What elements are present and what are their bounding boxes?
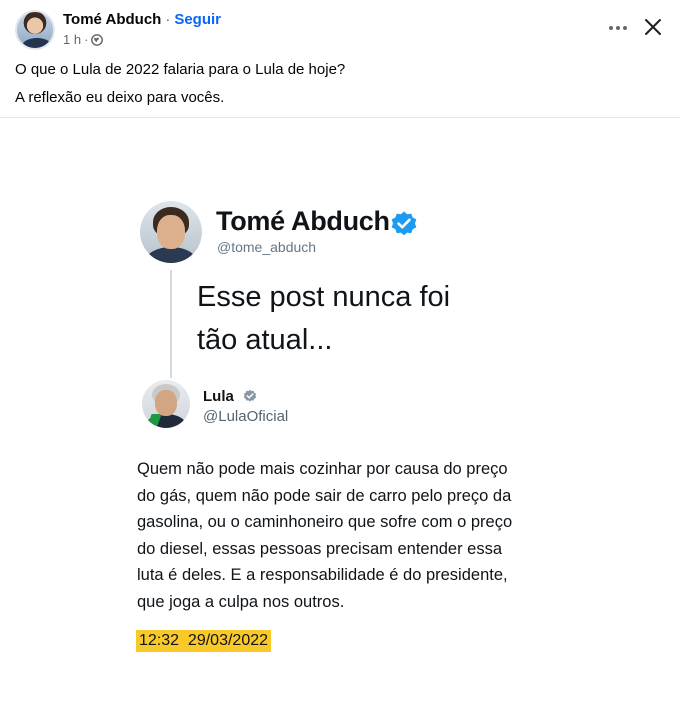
- quoted-author-name: Lula: [203, 388, 234, 405]
- post-time[interactable]: 1 h: [63, 32, 81, 47]
- facebook-post: Tomé Abduch · Seguir 1 h · O que o Lula …: [0, 0, 680, 707]
- author-name[interactable]: Tomé Abduch: [63, 11, 161, 28]
- quoted-line: do gás, quem não pode sair de carro pelo…: [137, 486, 512, 505]
- quoted-author-avatar: [142, 380, 190, 428]
- more-options-icon[interactable]: [606, 18, 630, 38]
- caption-line-1: O que o Lula de 2022 falaria para o Lula…: [15, 61, 346, 78]
- tweet-author-handle: @tome_abduch: [217, 239, 317, 255]
- quoted-line: que joga a culpa nos outros.: [137, 592, 345, 611]
- gray-verified-icon: [243, 389, 257, 402]
- quoted-timestamp: 12:32 29/03/2022: [136, 630, 272, 652]
- thread-line: [170, 270, 172, 378]
- meta-separator: ·: [84, 32, 89, 47]
- globe-icon: [91, 33, 104, 46]
- tweet-text: Esse post nunca foi tão atual...: [197, 276, 557, 362]
- tweet-author-avatar: [140, 201, 202, 263]
- close-icon[interactable]: [642, 16, 664, 38]
- follow-button[interactable]: Seguir: [174, 11, 221, 28]
- quoted-line: luta é deles. E a responsabilidade é do …: [137, 566, 508, 584]
- post-image[interactable]: Tomé Abduch @tome_abduch Esse post nunca…: [0, 118, 680, 707]
- separator-dot: ·: [165, 11, 171, 28]
- author-avatar[interactable]: [15, 10, 55, 50]
- quoted-line: Quem não pode mais cozinhar por causa do…: [137, 460, 508, 478]
- tweet-author-name: Tomé Abduch: [216, 206, 390, 236]
- tweet-text-line-1: Esse post nunca foi: [197, 281, 451, 313]
- quoted-line: do diesel, essas pessoas precisam entend…: [137, 539, 503, 558]
- verified-icon: [391, 211, 417, 236]
- quoted-author-handle: @LulaOficial: [203, 408, 289, 425]
- quoted-line: gasolina, ou o caminhoneiro que sofre co…: [137, 513, 513, 531]
- tweet-text-line-2: tão atual...: [197, 324, 333, 356]
- post-meta: 1 h ·: [63, 32, 104, 47]
- caption-line-2: A reflexão eu deixo para vocês.: [15, 89, 225, 106]
- quoted-text: Quem não pode mais cozinhar por causa do…: [137, 456, 577, 615]
- author-row: Tomé Abduch · Seguir: [63, 11, 221, 28]
